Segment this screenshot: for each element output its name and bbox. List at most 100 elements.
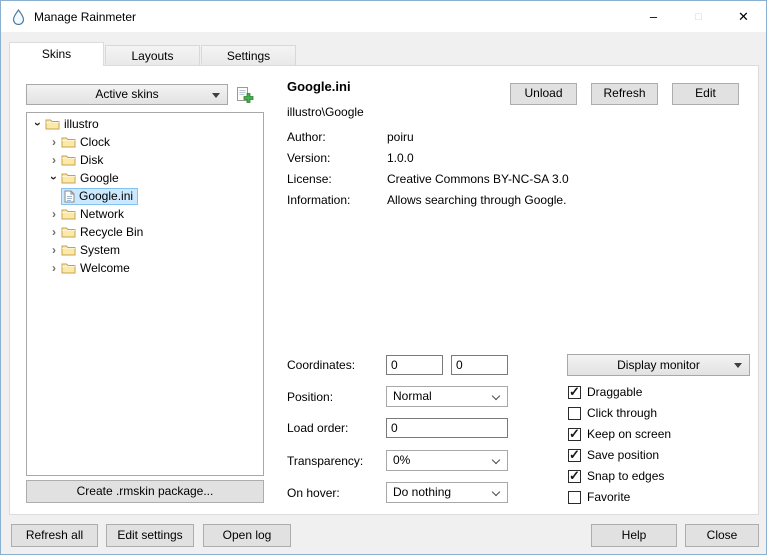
checkbox-box[interactable]: [568, 449, 581, 462]
author-label: Author:: [287, 130, 326, 144]
tree-item-label: System: [80, 243, 120, 257]
tree-expander-icon[interactable]: [47, 207, 61, 221]
minimize-button[interactable]: –: [631, 1, 676, 32]
transparency-label: Transparency:: [287, 454, 363, 468]
tree-item-google[interactable]: Google: [27, 169, 263, 187]
version-value: 1.0.0: [387, 151, 414, 165]
chevron-down-icon: [492, 392, 500, 400]
checkbox-label: Snap to edges: [587, 469, 664, 483]
checkbox-click-through[interactable]: Click through: [568, 405, 657, 421]
tree-item-label: Clock: [80, 135, 110, 149]
folder-icon: [61, 208, 76, 220]
tree-item-illustro[interactable]: illustro: [27, 115, 263, 133]
display-monitor-dropdown[interactable]: Display monitor: [567, 354, 750, 376]
folder-icon: [61, 226, 76, 238]
transparency-dropdown[interactable]: 0%: [386, 450, 508, 471]
skin-file-icon: [64, 190, 75, 203]
tree-item-google-ini[interactable]: Google.ini: [27, 187, 263, 205]
display-monitor-value: Display monitor: [617, 358, 700, 372]
tree-item-label: Google.ini: [79, 189, 133, 203]
tree-expander-icon[interactable]: [47, 135, 61, 149]
close-button[interactable]: ✕: [721, 1, 766, 32]
load-order-input[interactable]: [386, 418, 508, 438]
close-window-button[interactable]: Close: [685, 524, 759, 547]
folder-icon: [61, 244, 76, 256]
folder-icon: [61, 262, 76, 274]
manage-rainmeter-window: Manage Rainmeter – □ ✕ Skins Layouts Set…: [0, 0, 767, 555]
tree-item-disk[interactable]: Disk: [27, 151, 263, 169]
tree-expander-icon[interactable]: [31, 117, 45, 131]
position-dropdown[interactable]: Normal: [386, 386, 508, 407]
tree-item-label: Network: [80, 207, 124, 221]
checkbox-snap-to-edges[interactable]: Snap to edges: [568, 468, 664, 484]
on-hover-dropdown[interactable]: Do nothing: [386, 482, 508, 503]
coordinate-x-input[interactable]: [386, 355, 443, 375]
transparency-dropdown-value: 0%: [393, 453, 410, 467]
skin-path: illustro\Google: [287, 105, 364, 119]
skins-tab-panel: Active skins illustro Clock: [9, 65, 759, 515]
author-value: poiru: [387, 130, 414, 144]
checkbox-box[interactable]: [568, 407, 581, 420]
tree-item-label: Google: [80, 171, 119, 185]
checkbox-save-position[interactable]: Save position: [568, 447, 659, 463]
tree-expander-icon[interactable]: [47, 153, 61, 167]
folder-icon: [61, 154, 76, 166]
folder-icon: [61, 136, 76, 148]
tab-layouts[interactable]: Layouts: [105, 45, 200, 65]
create-rmskin-package-button[interactable]: Create .rmskin package...: [26, 480, 264, 503]
position-label: Position:: [287, 390, 333, 404]
checkbox-label: Keep on screen: [587, 427, 671, 441]
checkbox-label: Save position: [587, 448, 659, 462]
checkbox-favorite[interactable]: Favorite: [568, 489, 630, 505]
refresh-button[interactable]: Refresh: [591, 83, 658, 105]
edit-settings-button[interactable]: Edit settings: [106, 524, 194, 547]
active-skins-dropdown[interactable]: Active skins: [26, 84, 228, 105]
maximize-button[interactable]: □: [676, 1, 721, 32]
checkbox-box[interactable]: [568, 491, 581, 504]
tree-expander-icon[interactable]: [47, 243, 61, 257]
tree-expander-icon[interactable]: [47, 225, 61, 239]
tree-item-label: Disk: [80, 153, 103, 167]
tree-item-label: Recycle Bin: [80, 225, 143, 239]
chevron-down-icon: [492, 456, 500, 464]
selected-tree-item: Google.ini: [61, 188, 138, 205]
license-value: Creative Commons BY-NC-SA 3.0: [387, 172, 569, 186]
version-label: Version:: [287, 151, 330, 165]
coordinate-y-input[interactable]: [451, 355, 508, 375]
folder-icon: [61, 172, 76, 184]
tree-item-network[interactable]: Network: [27, 205, 263, 223]
checkbox-draggable[interactable]: Draggable: [568, 384, 642, 400]
dropdown-arrow-icon: [212, 93, 220, 98]
edit-button[interactable]: Edit: [672, 83, 739, 105]
tab-settings[interactable]: Settings: [201, 45, 296, 65]
information-value: Allows searching through Google.: [387, 193, 566, 207]
checkbox-box[interactable]: [568, 470, 581, 483]
rainmeter-logo-icon: [11, 9, 26, 25]
on-hover-label: On hover:: [287, 486, 340, 500]
skin-title: Google.ini: [287, 79, 351, 94]
tree-item-welcome[interactable]: Welcome: [27, 259, 263, 277]
position-dropdown-value: Normal: [393, 389, 432, 403]
tree-item-recycle-bin[interactable]: Recycle Bin: [27, 223, 263, 241]
checkbox-keep-on-screen[interactable]: Keep on screen: [568, 426, 671, 442]
information-label: Information:: [287, 193, 350, 207]
tree-item-label: illustro: [64, 117, 99, 131]
refresh-all-button[interactable]: Refresh all: [11, 524, 98, 547]
checkbox-label: Favorite: [587, 490, 630, 504]
checkbox-box[interactable]: [568, 386, 581, 399]
open-log-button[interactable]: Open log: [203, 524, 291, 547]
create-new-skin-button[interactable]: [235, 85, 255, 105]
tree-item-label: Welcome: [80, 261, 130, 275]
coordinates-label: Coordinates:: [287, 358, 355, 372]
tree-item-clock[interactable]: Clock: [27, 133, 263, 151]
unload-button[interactable]: Unload: [510, 83, 577, 105]
window-title: Manage Rainmeter: [34, 10, 136, 24]
tree-item-system[interactable]: System: [27, 241, 263, 259]
checkbox-box[interactable]: [568, 428, 581, 441]
checkbox-label: Click through: [587, 406, 657, 420]
tab-skins[interactable]: Skins: [9, 42, 104, 66]
help-button[interactable]: Help: [591, 524, 677, 547]
tree-expander-icon[interactable]: [47, 171, 61, 185]
tree-expander-icon[interactable]: [47, 261, 61, 275]
caption-buttons: – □ ✕: [631, 1, 766, 32]
